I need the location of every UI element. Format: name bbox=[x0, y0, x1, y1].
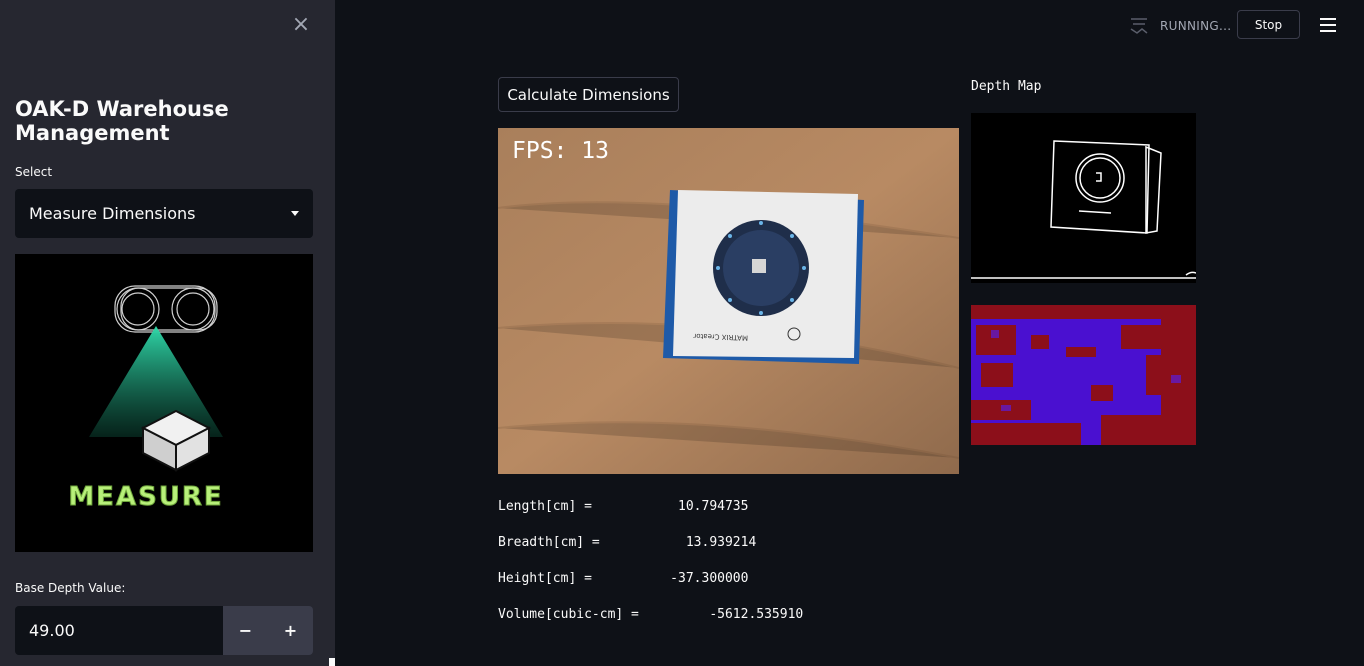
height-readout: Height[cm] = -37.300000 bbox=[498, 571, 749, 586]
increment-button[interactable]: + bbox=[268, 606, 313, 655]
volume-readout: Volume[cubic-cm] = -5612.535910 bbox=[498, 607, 804, 622]
calculate-dimensions-button[interactable]: Calculate Dimensions bbox=[498, 77, 679, 112]
logo-text: MEASURE bbox=[68, 482, 223, 512]
matrix-box: MATRIX Creator bbox=[663, 190, 864, 364]
measure-logo-graphic: MEASURE bbox=[68, 285, 223, 513]
depth-map-edges bbox=[971, 140, 1197, 279]
camera-frame: MATRIX Creator FPS: 13 bbox=[498, 128, 959, 474]
sidebar: × OAK-D Warehouse Management Select Meas… bbox=[0, 0, 335, 666]
hamburger-menu-icon[interactable] bbox=[1320, 18, 1336, 32]
select-label: Select bbox=[15, 165, 53, 179]
running-status: RUNNING... bbox=[1160, 19, 1232, 33]
mode-select-value: Measure Dimensions bbox=[29, 204, 196, 223]
close-sidebar-icon[interactable]: × bbox=[290, 14, 312, 36]
depth-map-image bbox=[971, 113, 1197, 283]
depth-map-title: Depth Map bbox=[971, 79, 1042, 94]
depth-heatmap-image bbox=[971, 305, 1196, 445]
base-depth-input[interactable]: 49.00 bbox=[15, 606, 223, 655]
app-title: OAK-D Warehouse Management bbox=[15, 97, 229, 145]
chevron-down-icon bbox=[291, 211, 299, 216]
breadth-readout: Breadth[cm] = 13.939214 bbox=[498, 535, 757, 550]
stop-button[interactable]: Stop bbox=[1237, 10, 1300, 39]
depth-heatmap bbox=[971, 305, 1196, 445]
camera-feed: MATRIX Creator FPS: 13 bbox=[498, 128, 959, 474]
fps-counter: FPS: 13 bbox=[512, 138, 609, 164]
sidebar-resize-handle[interactable] bbox=[329, 658, 335, 666]
base-depth-value: 49.00 bbox=[29, 621, 75, 640]
running-status-icon bbox=[1130, 18, 1148, 34]
length-readout: Length[cm] = 10.794735 bbox=[498, 499, 749, 514]
decrement-button[interactable]: − bbox=[223, 606, 268, 655]
mode-select[interactable]: Measure Dimensions bbox=[15, 189, 313, 238]
measure-logo: MEASURE bbox=[15, 254, 313, 552]
base-depth-label: Base Depth Value: bbox=[15, 581, 126, 595]
camera-icon bbox=[114, 285, 218, 333]
